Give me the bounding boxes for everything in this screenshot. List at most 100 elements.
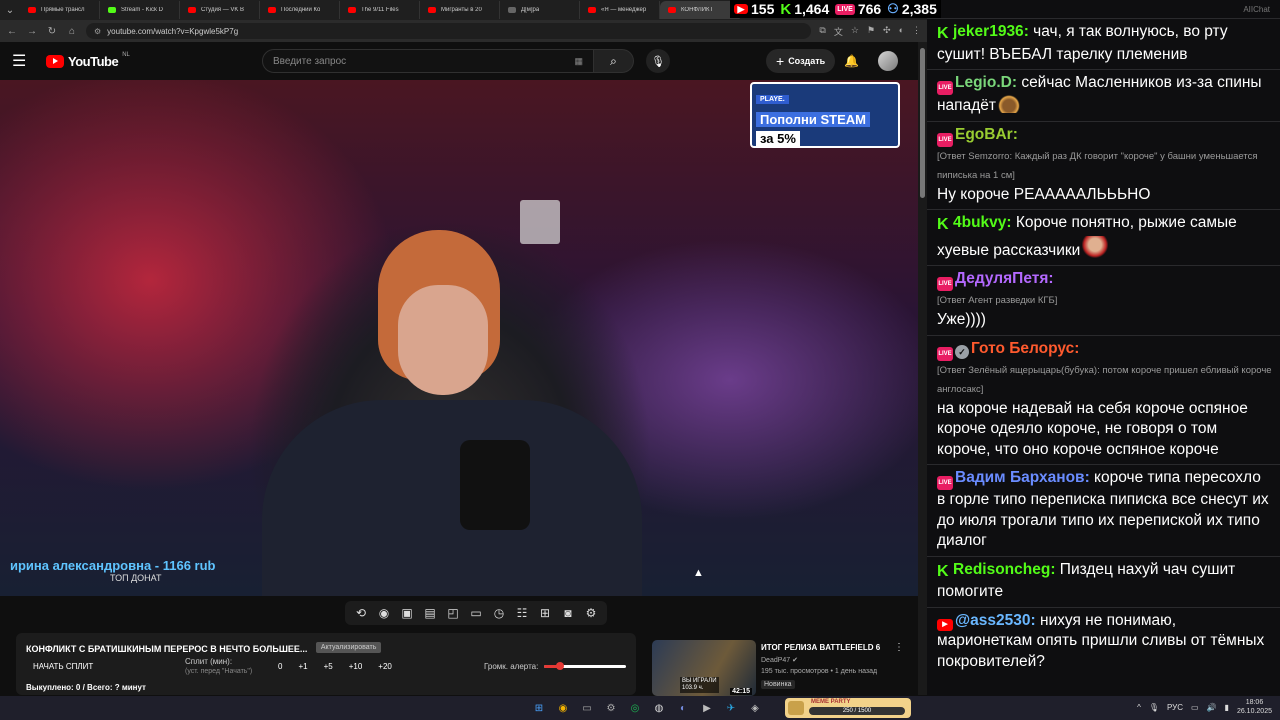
browser-tab[interactable]: Д[м]ра	[500, 1, 580, 19]
clock[interactable]: 18:06 26.10.2025	[1237, 698, 1272, 716]
chat-username[interactable]: Вадим Бархaнов	[955, 469, 1085, 486]
forward-icon[interactable]: →	[26, 26, 38, 37]
translate-icon[interactable]: 文	[834, 25, 843, 38]
chat-reply-quote: [Ответ Semzorro: Каждый раз ДК говорит "…	[937, 150, 1258, 181]
start-split-button[interactable]: НАЧАТЬ СПЛИТ	[33, 662, 93, 671]
site-info-icon[interactable]: ⚙	[94, 27, 101, 36]
extension-icon[interactable]: ⚑	[867, 25, 875, 38]
bookmark-star-icon[interactable]: ☆	[851, 25, 859, 38]
filter-icon[interactable]: ▣	[399, 606, 415, 620]
chat-username[interactable]: jeker1936	[953, 23, 1024, 40]
tray-chevron-icon[interactable]: ^	[1137, 703, 1141, 712]
menu-icon[interactable]: ☰	[12, 51, 34, 71]
video-player[interactable]: PLAYE. Пополни STEAM за 5% ирина алексан…	[0, 80, 918, 596]
chrome-icon[interactable]: ◉	[554, 699, 572, 717]
obs-icon[interactable]: ◍	[650, 699, 668, 717]
split-add-10-button[interactable]: +10	[349, 662, 363, 671]
chat-username[interactable]: ДедуляПетя	[955, 270, 1048, 287]
puzzle-icon[interactable]: ✣	[883, 25, 891, 38]
steam-icon[interactable]: ⚙	[602, 699, 620, 717]
chat-message: K Redisoncheg: Пиздец нахуй чач сушит пом…	[927, 555, 1280, 607]
page-scrollbar[interactable]	[918, 42, 927, 695]
tab-favicon-icon	[428, 7, 436, 13]
browser-tab[interactable]: КОНФЛИКТ	[660, 1, 740, 19]
browser-tab[interactable]: Stream - Kick D	[100, 1, 180, 19]
voice-search-button[interactable]: 🎙	[646, 49, 670, 73]
recommended-title[interactable]: ИТОГ РЕЛИЗА BATTLEFIELD 6	[761, 643, 880, 652]
notifications-bell-icon[interactable]: 🔔	[844, 54, 859, 68]
reload-icon[interactable]: ↻	[46, 26, 58, 37]
monitor-icon[interactable]: ▭	[1191, 703, 1199, 712]
start-icon[interactable]: ⊞	[530, 699, 548, 717]
discord-icon[interactable]: ◐	[674, 699, 692, 717]
profile-icon[interactable]: ◐	[899, 25, 904, 38]
camera-icon[interactable]: ◙	[560, 606, 576, 620]
browser-tab[interactable]: Последний Ко	[260, 1, 340, 19]
speed-icon[interactable]: ◷	[491, 606, 507, 620]
loop-icon[interactable]: ⟲	[353, 606, 369, 620]
kick-badge-icon: K	[937, 562, 949, 580]
browser-tab[interactable]: Прямые трансл	[20, 1, 100, 19]
taskbar: ⊞ ◉ ▭ ⚙ ◎ ◍ ◐ ▶ ✈ ◈ MEME PARTY 250 / 150…	[0, 696, 1280, 720]
chat-username[interactable]: @ass2530	[955, 612, 1030, 629]
mouse-cursor-icon: ▲	[693, 567, 704, 579]
alert-volume-handle[interactable]	[556, 662, 565, 670]
screenshot-frame-icon[interactable]: ◰	[445, 606, 461, 620]
split-value-0[interactable]: 0	[278, 662, 282, 671]
add-icon[interactable]: ⊞	[537, 606, 553, 620]
split-add-20-button[interactable]: +20	[378, 662, 392, 671]
clip-icon[interactable]: ▤	[422, 606, 438, 620]
chat-username[interactable]: EgoBAr	[955, 126, 1013, 143]
alert-volume-slider[interactable]	[544, 662, 626, 670]
home-icon[interactable]: ⌂	[66, 26, 78, 37]
audio-icon[interactable]: ◉	[376, 606, 392, 620]
create-button[interactable]: + Создать	[766, 49, 836, 73]
volume-icon[interactable]: 🔊	[1207, 703, 1217, 712]
search-button[interactable]: ⌕	[594, 49, 634, 73]
chat-username-separator: :	[1050, 560, 1060, 578]
chat-username-separator: :	[1084, 469, 1095, 486]
pip-icon[interactable]: ▭	[468, 606, 484, 620]
telegram-icon[interactable]: ✈	[722, 699, 740, 717]
recommended-video[interactable]: ВЫ ИГРАЛИ 103.9 ч. 42:15 ИТОГ РЕЛИЗА BATT…	[652, 640, 912, 696]
split-add-1-button[interactable]: +1	[298, 662, 307, 671]
media-icon[interactable]: ▶	[698, 699, 716, 717]
browser-tab[interactable]: «Я — менеджер	[580, 1, 660, 19]
settings-gear-icon[interactable]: ⚙	[583, 606, 599, 620]
chat-username[interactable]: Legio.D	[955, 74, 1012, 91]
chat-message: LIVE Вадим Бархaнов: короче типа пересохл…	[927, 464, 1280, 556]
scrollbar-thumb[interactable]	[920, 48, 925, 198]
account-avatar[interactable]	[878, 51, 898, 71]
playlist-icon[interactable]: ☷	[514, 606, 530, 620]
search-input[interactable]: Введите запрос ▦	[262, 49, 594, 73]
app-icon[interactable]: ◈	[746, 699, 764, 717]
back-icon[interactable]: ←	[6, 26, 18, 37]
tab-label: Д[м]ра	[521, 7, 540, 13]
browser-tab[interactable]: Мигранты в 20	[420, 1, 500, 19]
battery-icon[interactable]: ▮	[1225, 703, 1229, 712]
keyboard-icon[interactable]: ▦	[574, 56, 583, 67]
tab-list-icon[interactable]: ⌄	[0, 0, 20, 20]
video-duration: 42:15	[730, 688, 752, 695]
install-icon[interactable]: ⧉	[819, 25, 825, 38]
more-actions-icon[interactable]: ⋮	[894, 642, 904, 653]
explorer-icon[interactable]: ▭	[578, 699, 596, 717]
refresh-title-button[interactable]: Актуализировать	[315, 642, 382, 654]
chat-username[interactable]: 4bukvy	[953, 214, 1006, 231]
spotify-icon[interactable]: ◎	[626, 699, 644, 717]
address-bar[interactable]: ⚙ youtube.com/watch?v=Kpgwle5kP7g	[86, 23, 812, 39]
chat-username[interactable]: Redisoncheg	[953, 561, 1050, 578]
split-add-5-button[interactable]: +5	[324, 662, 333, 671]
browser-menu-icon[interactable]: ⋮	[912, 25, 921, 38]
browser-tab[interactable]: Студия — VK B	[180, 1, 260, 19]
language-indicator[interactable]: РУС	[1167, 703, 1183, 712]
recommended-thumbnail[interactable]: ВЫ ИГРАЛИ 103.9 ч. 42:15	[652, 640, 756, 696]
chat-username[interactable]: Гото Белорус	[971, 340, 1074, 357]
chat-messages[interactable]: Kjeker1936: чач, я так волнуюсь, во рту …	[927, 18, 1280, 676]
tab-label: The 9/11 Files	[361, 7, 399, 13]
recommended-channel[interactable]: DeadP47 ✔	[761, 656, 798, 664]
youtube-logo[interactable]: YouTube NL	[46, 52, 130, 69]
vk-viewers-count: 766	[857, 1, 882, 17]
microphone-tray-icon[interactable]: 🎙	[1149, 703, 1159, 712]
browser-tab[interactable]: The 9/11 Files	[340, 1, 420, 19]
